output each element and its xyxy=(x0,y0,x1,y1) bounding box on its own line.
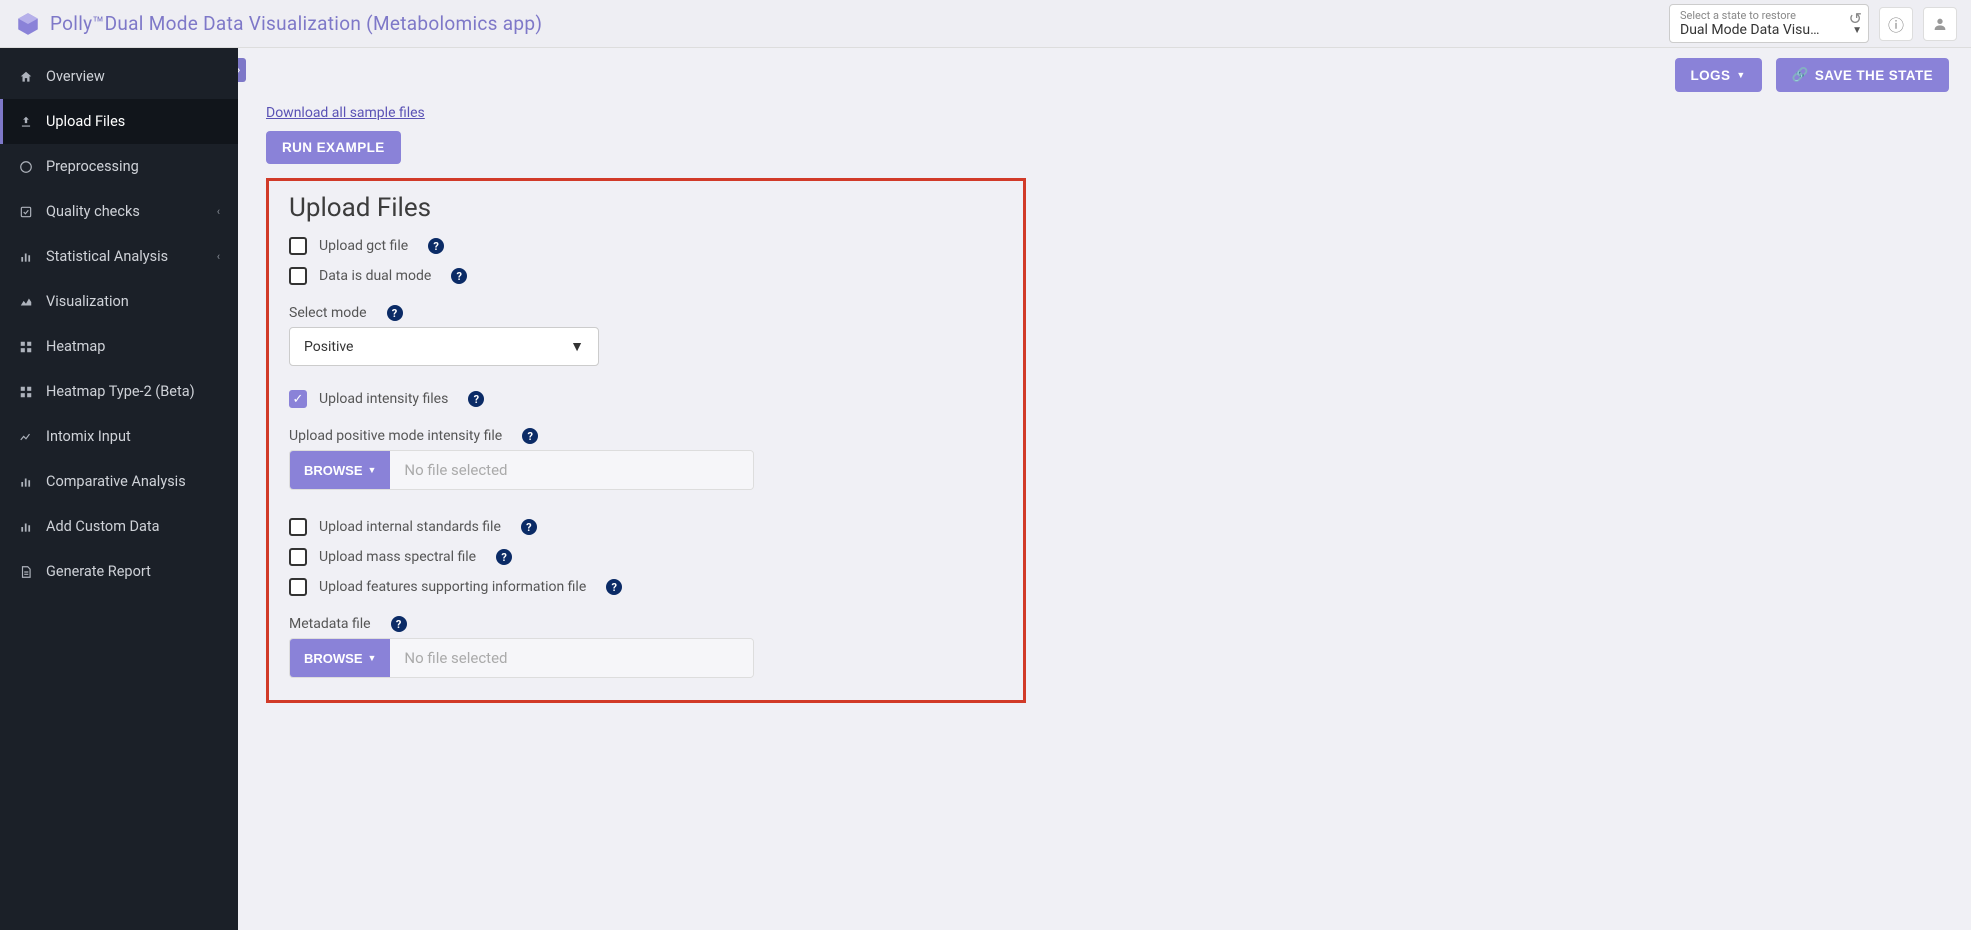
sidebar-item-label: Generate Report xyxy=(46,563,151,580)
sidebar-item-label: Heatmap xyxy=(46,338,105,355)
features-support-label: Upload features supporting information f… xyxy=(319,579,586,595)
mass-spectral-label: Upload mass spectral file xyxy=(319,549,476,565)
caret-down-icon: ▼ xyxy=(1852,25,1862,36)
sidebar-item-quality-checks[interactable]: Quality checks ‹ xyxy=(0,189,238,234)
caret-down-icon: ▼ xyxy=(368,653,377,663)
mass-spectral-checkbox[interactable] xyxy=(289,548,307,566)
metadata-file-input: BROWSE▼ No file selected xyxy=(289,638,754,678)
select-mode-label: Select mode xyxy=(289,305,367,321)
sidebar-item-label: Upload Files xyxy=(46,113,125,130)
upload-gct-checkbox[interactable] xyxy=(289,237,307,255)
topbar: Polly™Dual Mode Data Visualization (Meta… xyxy=(0,0,1971,48)
caret-down-icon: ▼ xyxy=(368,465,377,475)
app-title: Polly™Dual Mode Data Visualization (Meta… xyxy=(50,12,542,35)
sidebar-item-label: Heatmap Type-2 (Beta) xyxy=(46,383,195,400)
sidebar-item-label: Overview xyxy=(46,68,105,85)
sidebar-item-label: Comparative Analysis xyxy=(46,473,186,490)
sidebar-item-overview[interactable]: Overview xyxy=(0,54,238,99)
upload-files-panel: Upload Files Upload gct file ? Data is d… xyxy=(266,178,1026,703)
check-square-icon xyxy=(18,205,34,219)
download-samples-link[interactable]: Download all sample files xyxy=(266,105,425,121)
features-support-checkbox[interactable] xyxy=(289,578,307,596)
chevron-left-icon: ‹ xyxy=(217,205,220,218)
sidebar-item-visualization[interactable]: Visualization xyxy=(0,279,238,324)
internal-standards-checkbox[interactable] xyxy=(289,518,307,536)
sidebar-item-statistical-analysis[interactable]: Statistical Analysis ‹ xyxy=(0,234,238,279)
user-button[interactable] xyxy=(1923,7,1957,41)
browse-button[interactable]: BROWSE▼ xyxy=(290,639,390,677)
sidebar-item-label: Visualization xyxy=(46,293,129,310)
file-placeholder: No file selected xyxy=(390,639,753,677)
grid-icon xyxy=(18,385,34,399)
spinner-icon xyxy=(18,160,34,174)
upload-gct-label: Upload gct file xyxy=(319,238,408,254)
sidebar-item-add-custom-data[interactable]: Add Custom Data xyxy=(0,504,238,549)
sidebar-item-label: Preprocessing xyxy=(46,158,139,175)
positive-intensity-label: Upload positive mode intensity file xyxy=(289,428,502,444)
dual-mode-checkbox[interactable] xyxy=(289,267,307,285)
sidebar-item-heatmap-type2[interactable]: Heatmap Type-2 (Beta) xyxy=(0,369,238,414)
help-icon[interactable]: ? xyxy=(522,428,538,444)
upload-intensity-checkbox[interactable] xyxy=(289,390,307,408)
internal-standards-label: Upload internal standards file xyxy=(319,519,501,535)
run-example-button[interactable]: RUN EXAMPLE xyxy=(266,131,401,164)
caret-down-icon: ▼ xyxy=(570,338,584,355)
file-placeholder: No file selected xyxy=(390,451,753,489)
main-content: ‹ › LOGS▼ 🔗 SAVE THE STATE Download all … xyxy=(238,48,1971,930)
nav-arrows: ‹ › xyxy=(238,58,246,82)
help-icon[interactable]: ? xyxy=(451,268,467,284)
grid-icon xyxy=(18,340,34,354)
bar-chart-icon xyxy=(18,520,34,534)
panel-title: Upload Files xyxy=(289,193,1003,223)
sidebar-item-label: Add Custom Data xyxy=(46,518,160,535)
help-icon[interactable]: ? xyxy=(468,391,484,407)
metadata-label: Metadata file xyxy=(289,616,371,632)
upload-icon xyxy=(18,115,34,129)
select-mode-dropdown[interactable]: Positive ▼ xyxy=(289,327,599,366)
positive-intensity-file-input: BROWSE▼ No file selected xyxy=(289,450,754,490)
file-icon xyxy=(18,565,34,579)
sidebar-item-label: Intomix Input xyxy=(46,428,131,445)
sidebar: Overview Upload Files Preprocessing Qual… xyxy=(0,48,238,930)
chevron-left-icon: ‹ xyxy=(217,250,220,263)
help-icon[interactable]: ? xyxy=(428,238,444,254)
browse-button[interactable]: BROWSE▼ xyxy=(290,451,390,489)
area-chart-icon xyxy=(18,295,34,309)
sidebar-item-heatmap[interactable]: Heatmap xyxy=(0,324,238,369)
sidebar-item-generate-report[interactable]: Generate Report xyxy=(0,549,238,594)
help-icon[interactable]: ? xyxy=(391,616,407,632)
select-mode-value: Positive xyxy=(304,339,353,355)
info-button[interactable]: ⓘ xyxy=(1879,7,1913,41)
sidebar-item-comparative-analysis[interactable]: Comparative Analysis xyxy=(0,459,238,504)
bar-chart-icon xyxy=(18,250,34,264)
state-restore-select[interactable]: Select a state to restore Dual Mode Data… xyxy=(1669,4,1869,43)
help-icon[interactable]: ? xyxy=(387,305,403,321)
sidebar-item-label: Statistical Analysis xyxy=(46,248,168,265)
next-arrow[interactable]: › xyxy=(238,62,240,78)
sidebar-item-upload-files[interactable]: Upload Files xyxy=(0,99,238,144)
home-icon xyxy=(18,70,34,84)
line-chart-icon xyxy=(18,430,34,444)
help-icon[interactable]: ? xyxy=(606,579,622,595)
upload-intensity-label: Upload intensity files xyxy=(319,391,448,407)
sidebar-item-label: Quality checks xyxy=(46,203,140,220)
app-logo-icon xyxy=(14,10,42,38)
sidebar-item-preprocessing[interactable]: Preprocessing xyxy=(0,144,238,189)
sidebar-item-intomix-input[interactable]: Intomix Input xyxy=(0,414,238,459)
help-icon[interactable]: ? xyxy=(521,519,537,535)
dual-mode-label: Data is dual mode xyxy=(319,268,431,284)
bar-chart-icon xyxy=(18,475,34,489)
help-icon[interactable]: ? xyxy=(496,549,512,565)
